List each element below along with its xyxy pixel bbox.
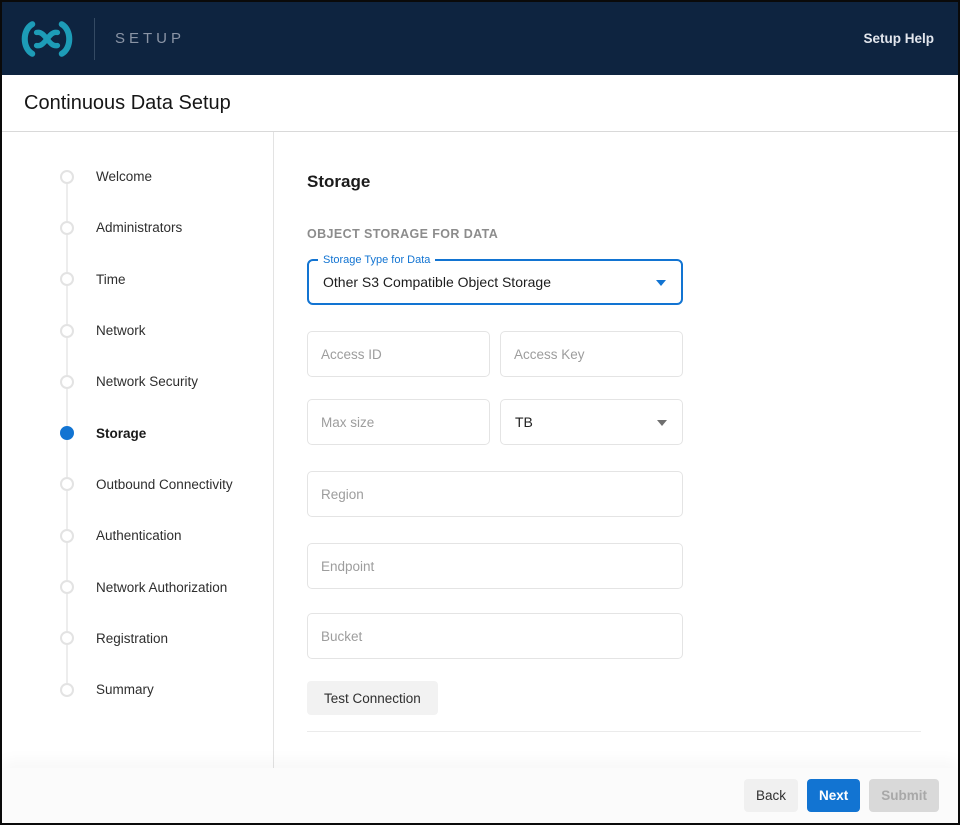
sidebar-item-administrators[interactable]: Administrators xyxy=(2,202,273,253)
step-dot-icon xyxy=(60,477,74,491)
product-name: SETUP xyxy=(115,30,185,47)
region-field[interactable] xyxy=(307,471,683,517)
page-title: Continuous Data Setup xyxy=(24,92,231,115)
content-area: Welcome Administrators Time Network Netw… xyxy=(2,132,958,768)
section-divider xyxy=(307,731,921,732)
storage-form-panel: Storage OBJECT STORAGE FOR DATA Storage … xyxy=(274,132,958,768)
step-dot-active-icon xyxy=(60,426,74,440)
step-label: Storage xyxy=(96,426,146,441)
step-label: Welcome xyxy=(96,169,152,184)
size-unit-value: TB xyxy=(515,414,533,430)
sidebar-item-time[interactable]: Time xyxy=(2,254,273,305)
submit-button[interactable]: Submit xyxy=(869,779,939,812)
endpoint-field[interactable] xyxy=(307,543,683,589)
step-dot-icon xyxy=(60,221,74,235)
size-unit-select[interactable]: TB xyxy=(500,399,683,445)
step-label: Outbound Connectivity xyxy=(96,477,233,492)
step-dot-icon xyxy=(60,580,74,594)
sidebar-item-storage[interactable]: Storage xyxy=(2,407,273,458)
step-label: Network Security xyxy=(96,374,198,389)
delphix-logo-icon xyxy=(14,17,80,61)
step-dot-icon xyxy=(60,683,74,697)
step-dot-icon xyxy=(60,170,74,184)
chevron-down-icon xyxy=(656,280,666,286)
access-id-field[interactable] xyxy=(307,331,490,377)
storage-type-select[interactable]: Storage Type for Data Other S3 Compatibl… xyxy=(307,259,683,305)
step-label: Administrators xyxy=(96,220,182,235)
access-key-field[interactable] xyxy=(500,331,683,377)
back-button[interactable]: Back xyxy=(744,779,798,812)
section-label: OBJECT STORAGE FOR DATA xyxy=(307,227,921,242)
step-dot-icon xyxy=(60,324,74,338)
top-app-bar: SETUP Setup Help xyxy=(2,2,958,75)
access-credentials-row xyxy=(307,331,683,377)
max-size-field[interactable] xyxy=(307,399,490,445)
step-label: Time xyxy=(96,272,126,287)
sidebar-item-welcome[interactable]: Welcome xyxy=(2,151,273,202)
test-connection-button[interactable]: Test Connection xyxy=(307,681,438,715)
step-label: Registration xyxy=(96,631,168,646)
sidebar-item-network[interactable]: Network xyxy=(2,305,273,356)
step-dot-icon xyxy=(60,272,74,286)
storage-type-label: Storage Type for Data xyxy=(318,253,435,267)
wizard-footer: Back Next Submit xyxy=(2,768,958,823)
chevron-down-icon xyxy=(657,420,667,426)
form-heading: Storage xyxy=(307,172,921,192)
step-dot-icon xyxy=(60,631,74,645)
step-label: Network xyxy=(96,323,146,338)
sidebar-item-network-authorization[interactable]: Network Authorization xyxy=(2,561,273,612)
wizard-sidebar: Welcome Administrators Time Network Netw… xyxy=(2,132,274,768)
step-label: Summary xyxy=(96,682,154,697)
step-label: Network Authorization xyxy=(96,580,227,595)
setup-window: SETUP Setup Help Continuous Data Setup W… xyxy=(0,0,960,825)
step-label: Authentication xyxy=(96,528,182,543)
wizard-stepper: Welcome Administrators Time Network Netw… xyxy=(2,132,273,715)
sidebar-item-registration[interactable]: Registration xyxy=(2,613,273,664)
bucket-field[interactable] xyxy=(307,613,683,659)
topbar-divider xyxy=(94,18,95,60)
sidebar-item-outbound-connectivity[interactable]: Outbound Connectivity xyxy=(2,459,273,510)
next-button[interactable]: Next xyxy=(807,779,860,812)
storage-type-value: Other S3 Compatible Object Storage xyxy=(323,274,551,290)
page-title-bar: Continuous Data Setup xyxy=(2,75,958,132)
step-dot-icon xyxy=(60,529,74,543)
step-dot-icon xyxy=(60,375,74,389)
sidebar-item-authentication[interactable]: Authentication xyxy=(2,510,273,561)
max-size-row: TB xyxy=(307,399,683,445)
sidebar-item-summary[interactable]: Summary xyxy=(2,664,273,715)
sidebar-item-network-security[interactable]: Network Security xyxy=(2,356,273,407)
setup-help-link[interactable]: Setup Help xyxy=(863,31,934,46)
